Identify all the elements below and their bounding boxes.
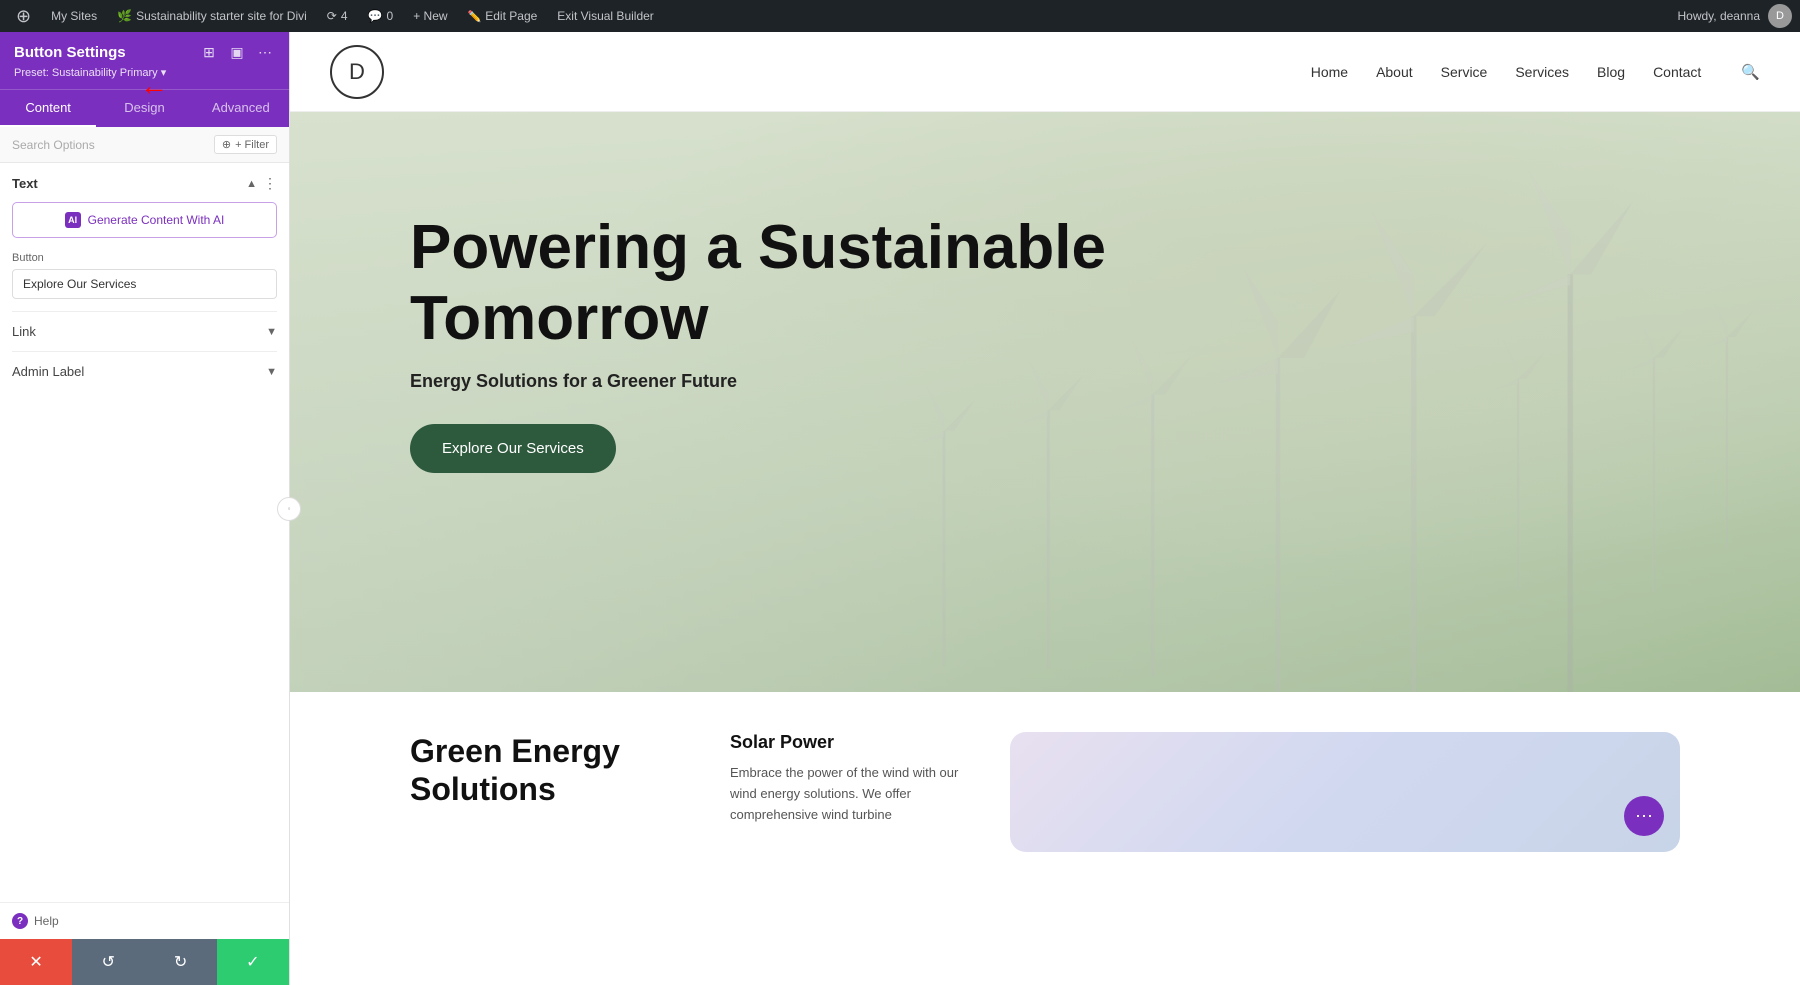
text-section-header: Text ▲ ⋮ xyxy=(12,175,277,192)
wp-admin-bar: ⊕ My Sites 🌿 Sustainability starter site… xyxy=(0,0,1800,32)
wp-logo[interactable]: ⊕ xyxy=(8,0,39,32)
site-nav: D Home About Service Services Blog Conta… xyxy=(290,32,1800,112)
panel-tabs: Content Design Advanced xyxy=(0,89,289,127)
hero-section: Powering a Sustainable Tomorrow Energy S… xyxy=(290,112,1800,692)
green-energy-column: Green Energy Solutions xyxy=(410,732,690,852)
nav-contact[interactable]: Contact xyxy=(1653,64,1701,80)
admin-label-collapse-icon[interactable]: ▼ xyxy=(266,366,277,378)
text-section-title: Text xyxy=(12,176,38,191)
nav-service[interactable]: Service xyxy=(1441,64,1488,80)
site-name-label: Sustainability starter site for Divi xyxy=(136,9,307,23)
admin-label-section-title: Admin Label xyxy=(12,364,84,379)
link-section: Link ▼ xyxy=(12,311,277,351)
search-placeholder: Search Options xyxy=(12,138,95,152)
responsive-icon[interactable]: ⊞ xyxy=(199,42,219,62)
cancel-button[interactable]: ✕ xyxy=(0,939,72,985)
generate-ai-label: Generate Content With AI xyxy=(88,213,225,227)
filter-button[interactable]: ⊕ + Filter xyxy=(214,135,277,154)
text-options-icon[interactable]: ⋮ xyxy=(263,175,277,192)
edit-page-label: Edit Page xyxy=(485,9,537,23)
nav-blog[interactable]: Blog xyxy=(1597,64,1625,80)
my-sites-label: My Sites xyxy=(51,9,97,23)
tab-design[interactable]: Design xyxy=(96,90,192,127)
panel-header: Button Settings ⊞ ▣ ⋯ Preset: Sustainabi… xyxy=(0,32,289,89)
cancel-icon: ✕ xyxy=(29,952,42,972)
section-toggle: ▲ ⋮ xyxy=(246,175,277,192)
ai-icon: AI xyxy=(65,212,81,228)
edit-page[interactable]: ✏️ Edit Page xyxy=(460,0,546,32)
link-section-title: Link xyxy=(12,324,36,339)
admin-bar-right: Howdy, deanna D xyxy=(1678,4,1793,28)
button-field-group: Button xyxy=(12,252,277,311)
nav-search-icon[interactable]: 🔍 xyxy=(1741,63,1760,81)
filter-icon: ⊕ xyxy=(222,138,231,151)
nav-services[interactable]: Services xyxy=(1515,64,1569,80)
howdy-label: Howdy, deanna xyxy=(1678,9,1761,23)
save-icon: ✓ xyxy=(246,952,259,972)
more-icon: ⋯ xyxy=(1635,806,1653,827)
hero-content: Powering a Sustainable Tomorrow Energy S… xyxy=(290,112,1800,692)
exit-builder-label: Exit Visual Builder xyxy=(557,9,654,23)
panel-bottom-toolbar: ✕ ↺ ↻ ✓ xyxy=(0,939,289,985)
more-options-button[interactable]: ⋯ xyxy=(1624,796,1664,836)
hero-cta-label: Explore Our Services xyxy=(442,440,584,457)
site-name[interactable]: 🌿 Sustainability starter site for Divi xyxy=(109,0,315,32)
link-section-header[interactable]: Link ▼ xyxy=(12,324,277,339)
admin-label-section: Admin Label ▼ xyxy=(12,351,277,391)
solar-power-title: Solar Power xyxy=(730,732,970,753)
filter-label: + Filter xyxy=(235,139,269,151)
panel-title: Button Settings xyxy=(14,44,126,61)
generate-ai-button[interactable]: AI Generate Content With AI xyxy=(12,202,277,238)
site-logo[interactable]: D xyxy=(330,45,384,99)
panel-content: Text ▲ ⋮ AI Generate Content With AI But… xyxy=(0,163,289,902)
my-sites-menu[interactable]: My Sites xyxy=(43,0,105,32)
hero-cta-button[interactable]: Explore Our Services xyxy=(410,424,616,473)
panel-header-icons: ⊞ ▣ ⋯ xyxy=(199,42,275,62)
redo-icon: ↻ xyxy=(174,952,187,972)
nav-home[interactable]: Home xyxy=(1311,64,1348,80)
solar-power-column: Solar Power Embrace the power of the win… xyxy=(730,732,970,852)
undo-button[interactable]: ↺ xyxy=(72,939,144,985)
panel-search-bar: Search Options ⊕ + Filter xyxy=(0,127,289,163)
new-content[interactable]: + New xyxy=(405,0,455,32)
comments-count: 0 xyxy=(387,9,394,23)
logo-letter: D xyxy=(349,59,365,85)
admin-label-section-header[interactable]: Admin Label ▼ xyxy=(12,364,277,379)
help-label: Help xyxy=(34,914,59,928)
link-collapse-icon[interactable]: ▼ xyxy=(266,326,277,338)
left-panel: ← Button Settings ⊞ ▣ ⋯ Preset: Sustaina… xyxy=(0,32,290,985)
more-options-icon[interactable]: ⋯ xyxy=(255,42,275,62)
text-collapse-icon[interactable]: ▲ xyxy=(246,178,257,190)
below-hero-section: Green Energy Solutions Solar Power Embra… xyxy=(290,692,1800,892)
notifications[interactable]: ⟳ 4 xyxy=(319,0,356,32)
tab-advanced[interactable]: Advanced xyxy=(193,90,289,127)
hero-title: Powering a Sustainable Tomorrow xyxy=(410,212,1210,355)
help-icon: ? xyxy=(12,913,28,929)
save-button[interactable]: ✓ xyxy=(217,939,289,985)
site-nav-links: Home About Service Services Blog Contact… xyxy=(1311,63,1760,81)
hero-subtitle: Energy Solutions for a Greener Future xyxy=(410,371,1680,392)
solar-power-text: Embrace the power of the wind with our w… xyxy=(730,763,970,825)
panel-handle[interactable]: ◦ xyxy=(277,497,301,521)
toggle-icon[interactable]: ▣ xyxy=(227,42,247,62)
panel-help[interactable]: ? Help xyxy=(0,902,289,939)
tab-content[interactable]: Content xyxy=(0,90,96,127)
new-label: + New xyxy=(413,9,447,23)
green-energy-title: Green Energy Solutions xyxy=(410,732,690,809)
redo-button[interactable]: ↻ xyxy=(145,939,217,985)
right-content: D Home About Service Services Blog Conta… xyxy=(290,32,1800,985)
notifications-count: 4 xyxy=(341,9,348,23)
exit-visual-builder[interactable]: Exit Visual Builder xyxy=(549,0,662,32)
page-content: Powering a Sustainable Tomorrow Energy S… xyxy=(290,112,1800,985)
comments[interactable]: 💬 0 xyxy=(360,0,402,32)
undo-icon: ↺ xyxy=(102,952,115,972)
card-column: ⋯ xyxy=(1010,732,1680,852)
preset-label: Preset: Sustainability Primary ▾ xyxy=(14,66,166,79)
panel-header-top: Button Settings ⊞ ▣ ⋯ xyxy=(14,42,275,62)
main-layout: ← Button Settings ⊞ ▣ ⋯ Preset: Sustaina… xyxy=(0,32,1800,985)
panel-preset[interactable]: Preset: Sustainability Primary ▾ xyxy=(14,66,275,79)
nav-about[interactable]: About xyxy=(1376,64,1413,80)
button-text-input[interactable] xyxy=(12,269,277,299)
button-field-label: Button xyxy=(12,252,277,264)
